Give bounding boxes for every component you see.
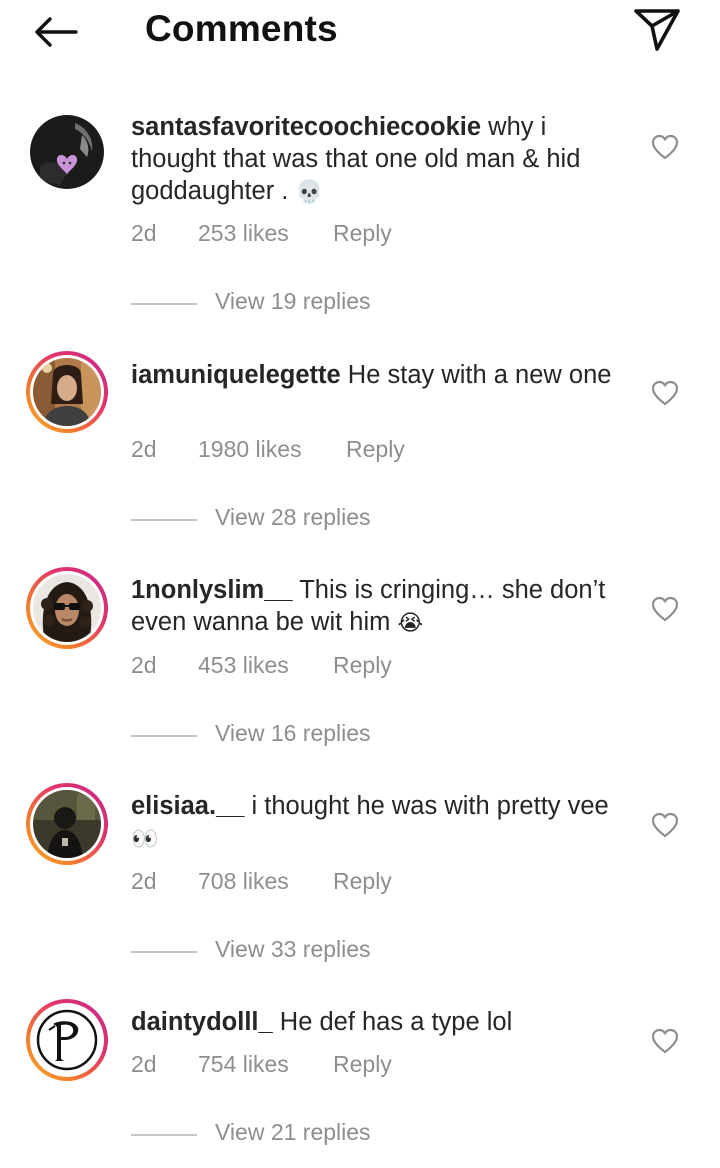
comment-body: 1nonlyslim__ This is cringing… she don’t… (131, 574, 626, 640)
comment-time: 2d (131, 868, 157, 894)
comment-likes[interactable]: 708 likes (198, 868, 289, 895)
heart-icon[interactable] (651, 596, 679, 622)
comment-username[interactable]: daintydolll_ (131, 1008, 273, 1036)
comment-username[interactable]: santasfavoritecoochiecookie (131, 113, 481, 141)
comment-username[interactable]: iamuniquelegette (131, 361, 341, 389)
reply-button[interactable]: Reply (346, 436, 405, 463)
eyes-emoji-icon: 👀 (131, 827, 159, 852)
comment-text: He stay with a new one (347, 361, 612, 389)
comment-likes[interactable]: 253 likes (198, 220, 289, 247)
comment-time: 2d (131, 220, 157, 246)
view-replies-label: View 21 replies (215, 1119, 371, 1145)
comment-body: elisiaa.__ i thought he was with pretty … (131, 790, 626, 856)
comments-screen: Comments santasfavoritecoochiecookie why… (0, 0, 720, 1168)
comment-likes[interactable]: 754 likes (198, 1051, 289, 1078)
view-replies-button[interactable]: View 28 replies (131, 504, 431, 536)
view-replies-button[interactable]: View 19 replies (131, 288, 431, 320)
comment-text: He def has a type lol (279, 1008, 513, 1036)
avatar[interactable] (26, 999, 108, 1081)
page-title: Comments (145, 8, 338, 49)
comment-time: 2d (131, 652, 157, 678)
comment-body: daintydolll_ He def has a type lol (131, 1006, 626, 1038)
skull-emoji-icon: 💀 (295, 180, 323, 205)
avatar[interactable] (26, 567, 108, 649)
arrow-left-icon[interactable] (30, 12, 82, 52)
heart-icon[interactable] (651, 812, 679, 838)
header-bar: Comments (0, 0, 720, 62)
comment-body: iamuniquelegette He stay with a new one (131, 359, 626, 391)
heart-icon[interactable] (651, 380, 679, 406)
view-replies-label: View 33 replies (215, 936, 371, 962)
view-replies-label: View 16 replies (215, 720, 371, 746)
reply-button[interactable]: Reply (333, 220, 392, 247)
comment-username[interactable]: 1nonlyslim__ (131, 576, 293, 604)
view-replies-label: View 28 replies (215, 504, 371, 530)
comment-text: i thought he was with pretty vee (251, 792, 609, 820)
reply-button[interactable]: Reply (333, 868, 392, 895)
replies-divider (131, 303, 197, 305)
comment-time: 2d (131, 1051, 157, 1077)
comment-time: 2d (131, 436, 157, 462)
avatar[interactable] (26, 351, 108, 433)
view-replies-label: View 19 replies (215, 288, 371, 314)
paper-plane-icon[interactable] (631, 4, 683, 54)
reply-button[interactable]: Reply (333, 652, 392, 679)
replies-divider (131, 1134, 197, 1136)
heart-icon[interactable] (651, 134, 679, 160)
view-replies-button[interactable]: View 21 replies (131, 1119, 431, 1151)
comment-body: santasfavoritecoochiecookie why i though… (131, 111, 626, 209)
replies-divider (131, 519, 197, 521)
heart-icon[interactable] (651, 1028, 679, 1054)
replies-divider (131, 735, 197, 737)
comment-username[interactable]: elisiaa.__ (131, 792, 244, 820)
view-replies-button[interactable]: View 33 replies (131, 936, 431, 968)
replies-divider (131, 951, 197, 953)
reply-button[interactable]: Reply (333, 1051, 392, 1078)
comment-likes[interactable]: 1980 likes (198, 436, 302, 463)
view-replies-button[interactable]: View 16 replies (131, 720, 431, 752)
comment-likes[interactable]: 453 likes (198, 652, 289, 679)
crying-emoji-icon: 😭 (397, 611, 424, 636)
avatar[interactable] (26, 111, 108, 193)
avatar[interactable] (26, 783, 108, 865)
